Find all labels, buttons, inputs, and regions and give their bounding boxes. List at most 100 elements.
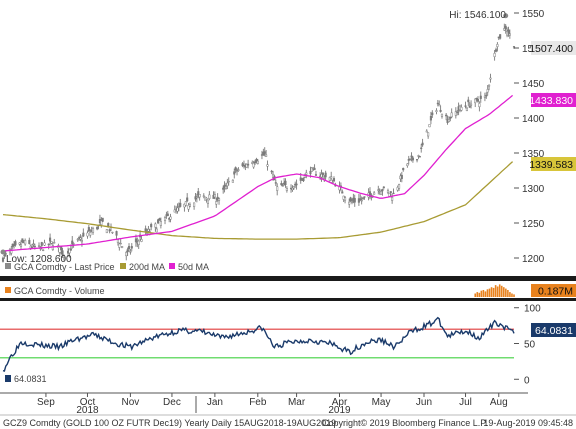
price-axis-tick-label: 1450 [522,79,545,90]
price-candle-body [208,194,211,199]
price-candle-body [368,191,372,195]
last-price-tag: 1507.400 [529,41,576,55]
price-candle-body [388,193,391,197]
price-candle-body [398,184,401,189]
price-candle-body [28,239,31,244]
price-candle-body [418,156,421,158]
price-candle-body [416,159,419,161]
legend-swatch-200d-ma [120,263,126,269]
price-candle-body [265,154,268,157]
price-candle-body [158,218,161,221]
price-candle-body [406,163,409,167]
price-candle-body [205,197,208,200]
ma50-tag-text: 1433.830 [529,95,573,107]
price-candle-body [105,229,108,234]
price-candle-body [445,114,448,117]
rsi-axis-tick-label: 50 [524,339,536,350]
price-candle-body [321,172,324,176]
price-candle-body [431,112,434,116]
price-candle-body [382,186,385,188]
price-candle-body [222,187,225,190]
price-candle-body [176,207,179,212]
volume-bar [490,287,493,297]
price-candle-body [493,53,496,57]
price-candle-body [284,180,287,186]
price-candle-body [49,237,52,242]
price-candle-body [349,197,352,201]
price-candle-body [91,227,95,233]
price-candle-body [410,155,413,158]
price-candle-body [184,201,187,206]
price-candle-body [344,197,347,201]
volume-bar [507,290,509,297]
price-candle-body [295,183,298,186]
price-candle-body [428,124,431,128]
price-candle-body [137,240,140,245]
price-candle-body [213,194,216,198]
x-axis-month-label: Sep [37,397,55,408]
price-candle-body [276,186,279,191]
price-candle-body [79,237,82,240]
volume-bar [484,291,487,297]
price-candle-body [14,241,17,246]
price-candle-body [313,167,316,171]
price-candle-body [488,84,491,87]
price-candle-body [324,172,327,178]
price-candle-body [154,223,157,228]
x-axis-year-label: 2019 [328,405,351,416]
price-axis-tick-label: 1400 [522,114,545,125]
pane-separator-bottom [0,298,576,301]
price-candle-body [425,130,428,133]
price-candle-body [217,198,221,201]
price-candle-body [76,238,79,241]
price-candle-body [198,194,201,198]
volume-bar [492,287,495,297]
volume-bar [488,288,491,297]
price-candle-body [147,229,150,232]
price-candle-body [302,177,305,182]
price-candle-body [47,243,50,246]
low-label: Low: 1208.600 [6,254,72,265]
price-candle-body [215,201,218,205]
price-candle-body [166,213,169,217]
ma200-tag-text: 1339.583 [529,159,573,171]
rsi-axis-tick-label: 0 [524,375,530,386]
price-candle-body [281,185,284,187]
price-candle-body [474,98,477,104]
price-candle-body [51,245,54,251]
price-candle-body [21,238,24,243]
price-candle-body [479,95,482,99]
price-candle-body [266,164,269,167]
x-axis-month-label: Feb [249,397,267,408]
price-candle-body [486,89,489,93]
price-candle-body [468,106,471,108]
price-candle-body [256,160,259,164]
footer-timestamp: 19-Aug-2019 09:45:48 [483,418,573,428]
price-candle-body [285,188,288,191]
volume-bar [511,293,513,297]
rsi-tag-text: 64.0831 [535,325,573,337]
price-candle-body [87,227,90,232]
volume-bar [494,285,497,297]
price-candle-body [429,115,432,121]
volume-bar [498,284,501,297]
volume-bar [474,293,477,297]
price-candle-body [504,25,507,30]
price-candle-body [195,196,198,198]
price-candle-body [411,157,414,161]
price-candle-body [224,186,228,189]
price-candle-body [169,216,172,220]
rsi-pane [0,316,515,372]
volume-bar [478,292,481,297]
volume-bar [505,288,507,297]
price-candle-body [101,217,104,222]
price-candle-body [332,178,336,182]
price-candle-body [447,119,450,123]
legend-label-rsi: 64.0831 [14,374,47,384]
price-candle-body [69,248,72,251]
legend-swatch-50d-ma [169,263,175,269]
x-axis-month-label: May [372,397,391,408]
price-candle-body [115,231,118,236]
volume-bar [496,286,499,297]
price-candle-body [485,95,488,97]
